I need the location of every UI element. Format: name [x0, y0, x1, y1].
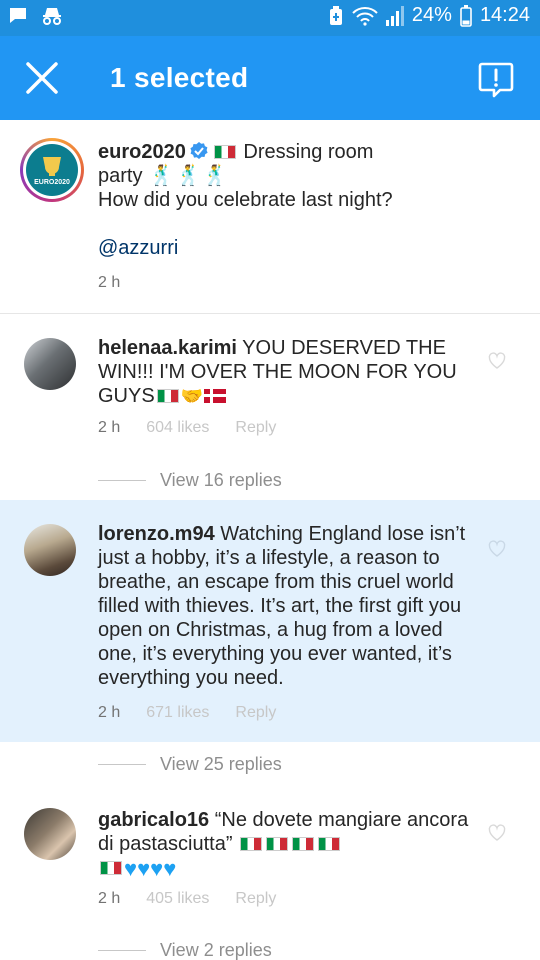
like-heart-icon[interactable] [488, 824, 506, 842]
comment-meta: 2 h 604 likes Reply [98, 419, 276, 437]
close-icon [26, 62, 58, 94]
commenter-avatar[interactable] [24, 338, 76, 390]
comment-username[interactable]: helenaa.karimi [98, 337, 237, 359]
battery-percentage: 24% [411, 4, 452, 26]
caption-line2: party [98, 165, 143, 187]
battery-icon [460, 4, 472, 27]
blue-heart-icon: ♥ [163, 856, 177, 881]
comment-timestamp: 2 h [98, 704, 121, 721]
view-replies-button[interactable]: View 25 replies [98, 754, 282, 775]
blue-heart-icon: ♥ [137, 856, 151, 881]
profile-avatar[interactable]: EURO2020 [20, 138, 84, 202]
reply-button[interactable]: Reply [235, 419, 276, 437]
divider [98, 480, 146, 481]
comment-body: Watching England lose isn’t just a hobby… [98, 523, 466, 689]
trophy-icon [43, 156, 61, 176]
dancing-man-icon: 🕺 [149, 165, 174, 187]
comment-text: helenaa.karimi YOU DESERVED THE WIN!!! I… [98, 336, 480, 408]
mention-link[interactable]: @azzurri [98, 237, 178, 259]
report-button[interactable] [472, 56, 520, 104]
caption-username[interactable]: euro2020 [98, 141, 186, 163]
view-replies-button[interactable]: View 16 replies [98, 470, 282, 491]
reply-button[interactable]: Reply [235, 890, 276, 908]
dancing-man-icon: 🕺 [202, 165, 228, 187]
selection-count-title: 1 selected [110, 62, 249, 93]
italy-flag-icon [156, 389, 179, 403]
signal-icon [385, 5, 404, 26]
likes-count[interactable]: 604 likes [146, 419, 209, 437]
view-replies-label: View 25 replies [160, 754, 282, 774]
view-replies-button[interactable]: View 2 replies [98, 940, 272, 960]
post-caption: EURO2020 euro2020 Dressing room party 🕺 🕺… [0, 120, 540, 314]
likes-count[interactable]: 405 likes [146, 890, 209, 908]
italy-flag-icon [292, 837, 315, 851]
message-notification-icon [10, 8, 26, 23]
italy-flag-icon [213, 145, 236, 159]
wifi-icon [352, 6, 378, 26]
euro-logo-text: EURO2020 [34, 178, 70, 186]
comment-text: gabricalo16 “Ne dovete mangiare ancora d… [98, 808, 480, 881]
comment-meta: 2 h 405 likes Reply [98, 890, 276, 908]
likes-count[interactable]: 671 likes [146, 704, 209, 722]
denmark-flag-icon [204, 389, 227, 403]
caption-line1: Dressing room [243, 141, 374, 163]
handshake-icon: 🤝 [180, 386, 204, 406]
incognito-icon [43, 8, 61, 25]
status-bar: 24% 14:24 [0, 0, 540, 36]
clock: 14:24 [479, 4, 530, 26]
caption-line3: How did you celebrate last night? [98, 189, 393, 211]
comment-text: lorenzo.m94 Watching England lose isn’t … [98, 522, 480, 690]
close-selection-button[interactable] [16, 52, 68, 104]
comment-meta: 2 h 671 likes Reply [98, 704, 276, 722]
battery-saver-icon [329, 5, 342, 25]
caption-text: euro2020 Dressing room party 🕺 🕺 🕺 How did… [98, 140, 480, 260]
commenter-avatar[interactable] [24, 808, 76, 860]
commenter-avatar[interactable] [24, 524, 76, 576]
verified-badge-icon [190, 142, 208, 159]
selection-app-bar: 1 selected [0, 36, 540, 120]
like-heart-icon[interactable] [488, 540, 506, 558]
divider [98, 764, 146, 765]
divider [98, 950, 146, 951]
report-icon [478, 62, 514, 98]
italy-flag-icon [240, 837, 263, 851]
view-replies-label: View 2 replies [160, 940, 272, 960]
italy-flag-icon [100, 861, 122, 875]
blue-heart-icon: ♥ [150, 856, 164, 881]
comment-username[interactable]: lorenzo.m94 [98, 523, 215, 545]
italy-flag-icon [266, 837, 289, 851]
euro2020-logo: EURO2020 [26, 144, 78, 196]
reply-button[interactable]: Reply [235, 704, 276, 722]
view-replies-label: View 16 replies [160, 470, 282, 490]
comment-timestamp: 2 h [98, 890, 121, 907]
dancing-man-icon: 🕺 [175, 165, 201, 187]
comment-username[interactable]: gabricalo16 [98, 809, 209, 831]
caption-timestamp: 2 h [98, 274, 121, 291]
comment-timestamp: 2 h [98, 419, 121, 436]
blue-heart-icon: ♥ [124, 856, 138, 881]
italy-flag-icon [318, 837, 341, 851]
like-heart-icon[interactable] [488, 352, 506, 370]
